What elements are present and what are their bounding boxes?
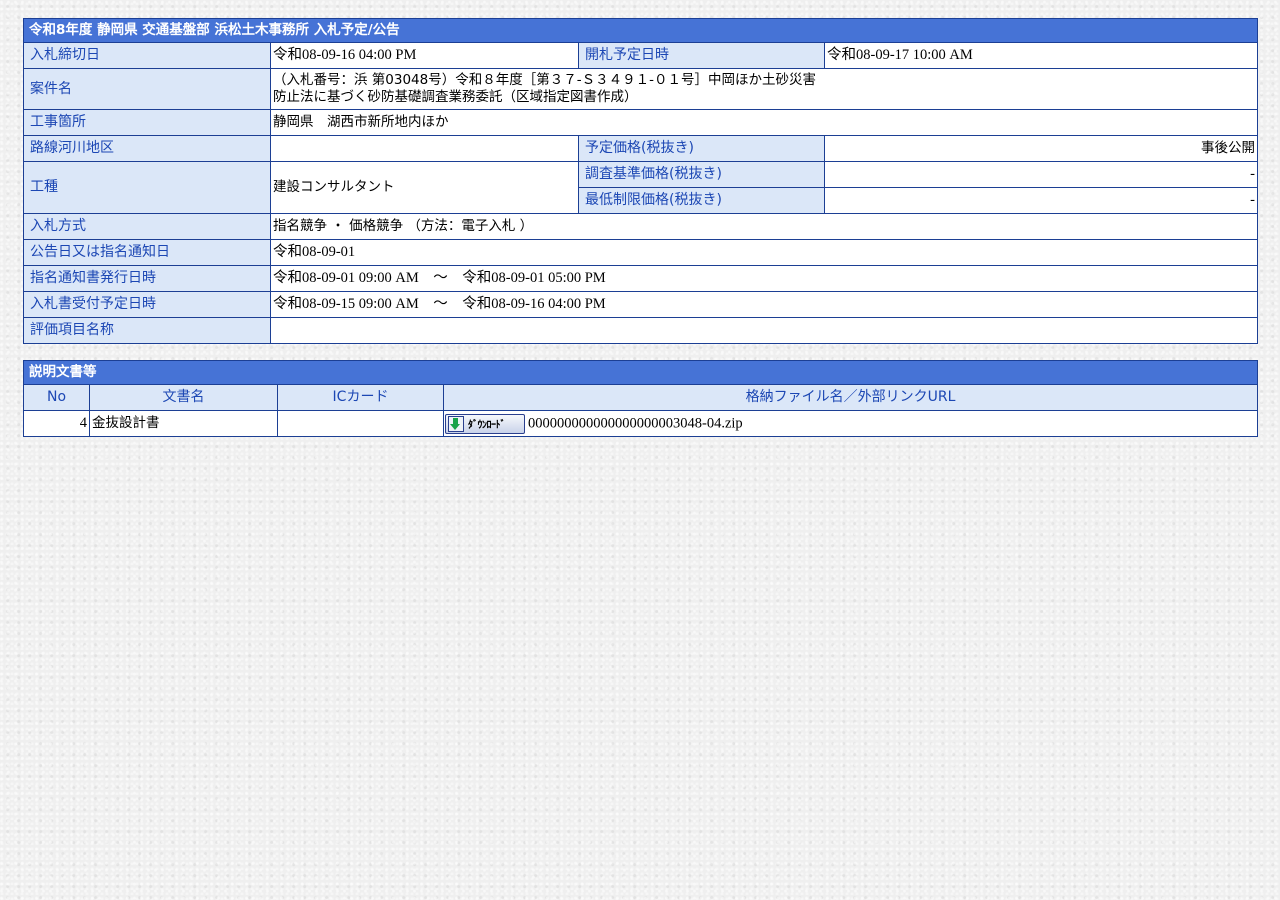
project-name-value: （入札番号：浜 第03048号）令和８年度［第３７-Ｓ３４９１-０１号］中岡ほか… (270, 68, 1258, 110)
column-header-no: No (23, 384, 90, 411)
location-value: 静岡県 湖西市新所地内ほか (270, 109, 1258, 136)
survey-price-value: - (824, 161, 1258, 188)
project-name-line-2: 防止法に基づく砂防基礎調査業務委託（区域指定図書作成） (273, 89, 638, 105)
documents-title: 説明文書等 (23, 360, 1258, 385)
row-ic-card (277, 410, 444, 437)
bid-info-table: 令和8年度 静岡県 交通基盤部 浜松土木事務所 入札予定/公告 入札締切日 令和… (23, 18, 1258, 344)
location-label: 工事箇所 (23, 109, 271, 136)
opening-date-value: 令和08-09-17 10:00 AM (824, 42, 1258, 69)
bid-deadline-value: 令和08-09-16 04:00 PM (270, 42, 579, 69)
min-price-value: - (824, 187, 1258, 214)
bid-info-title: 令和8年度 静岡県 交通基盤部 浜松土木事務所 入札予定/公告 (23, 18, 1258, 43)
planned-price-label: 予定価格(税抜き) (578, 135, 825, 162)
bid-deadline-label: 入札締切日 (23, 42, 271, 69)
column-header-ic-card: ICカード (277, 384, 444, 411)
download-button-label: ﾀﾞｳﾝﾛｰﾄﾞ (468, 419, 506, 431)
work-type-value: 建設コンサルタント (270, 161, 579, 214)
bid-reception-label: 入札書受付予定日時 (23, 291, 271, 318)
bid-method-label: 入札方式 (23, 213, 271, 240)
project-name-line-1: （入札番号：浜 第03048号）令和８年度［第３７-Ｓ３４９１-０１号］中岡ほか… (273, 72, 816, 88)
survey-price-label: 調査基準価格(税抜き) (578, 161, 825, 188)
bid-reception-value: 令和08-09-15 09:00 AM ～ 令和08-09-16 04:00 P… (270, 291, 1258, 318)
row-doc-name: 金抜設計書 (89, 410, 278, 437)
bid-method-value: 指名競争 ・ 価格競争 （方法：電子入札 ） (270, 213, 1258, 240)
nomination-issue-value: 令和08-09-01 09:00 AM ～ 令和08-09-01 05:00 P… (270, 265, 1258, 292)
planned-price-value: 事後公開 (824, 135, 1258, 162)
notice-date-label: 公告日又は指名通知日 (23, 239, 271, 266)
documents-table: 説明文書等 No 文書名 ICカード 格納ファイル名／外部リンクURL 4 金抜… (23, 360, 1258, 437)
route-label: 路線河川地区 (23, 135, 271, 162)
opening-date-label: 開札予定日時 (578, 42, 825, 69)
project-name-label: 案件名 (23, 68, 271, 110)
row-no: 4 (23, 410, 90, 437)
evaluation-value (270, 317, 1258, 344)
download-button[interactable]: ﾀﾞｳﾝﾛｰﾄﾞ (445, 413, 525, 434)
notice-date-value: 令和08-09-01 (270, 239, 1258, 266)
row-file-cell: ﾀﾞｳﾝﾛｰﾄﾞ 000000000000000000003048-04.zip (443, 410, 1258, 437)
work-type-label: 工種 (23, 161, 271, 214)
table-row: 4 金抜設計書 ﾀﾞｳﾝﾛｰﾄﾞ 00000000000000000000304… (23, 410, 1258, 437)
file-name: 000000000000000000003048-04.zip (528, 415, 743, 431)
column-header-doc-name: 文書名 (89, 384, 278, 411)
page-content: 令和8年度 静岡県 交通基盤部 浜松土木事務所 入札予定/公告 入札締切日 令和… (23, 18, 1258, 437)
column-header-file: 格納ファイル名／外部リンクURL (443, 384, 1258, 411)
download-arrow-icon (448, 415, 464, 432)
min-price-label: 最低制限価格(税抜き) (578, 187, 825, 214)
route-value (270, 135, 579, 162)
nomination-issue-label: 指名通知書発行日時 (23, 265, 271, 292)
evaluation-label: 評価項目名称 (23, 317, 271, 344)
table-gap (23, 344, 1257, 360)
